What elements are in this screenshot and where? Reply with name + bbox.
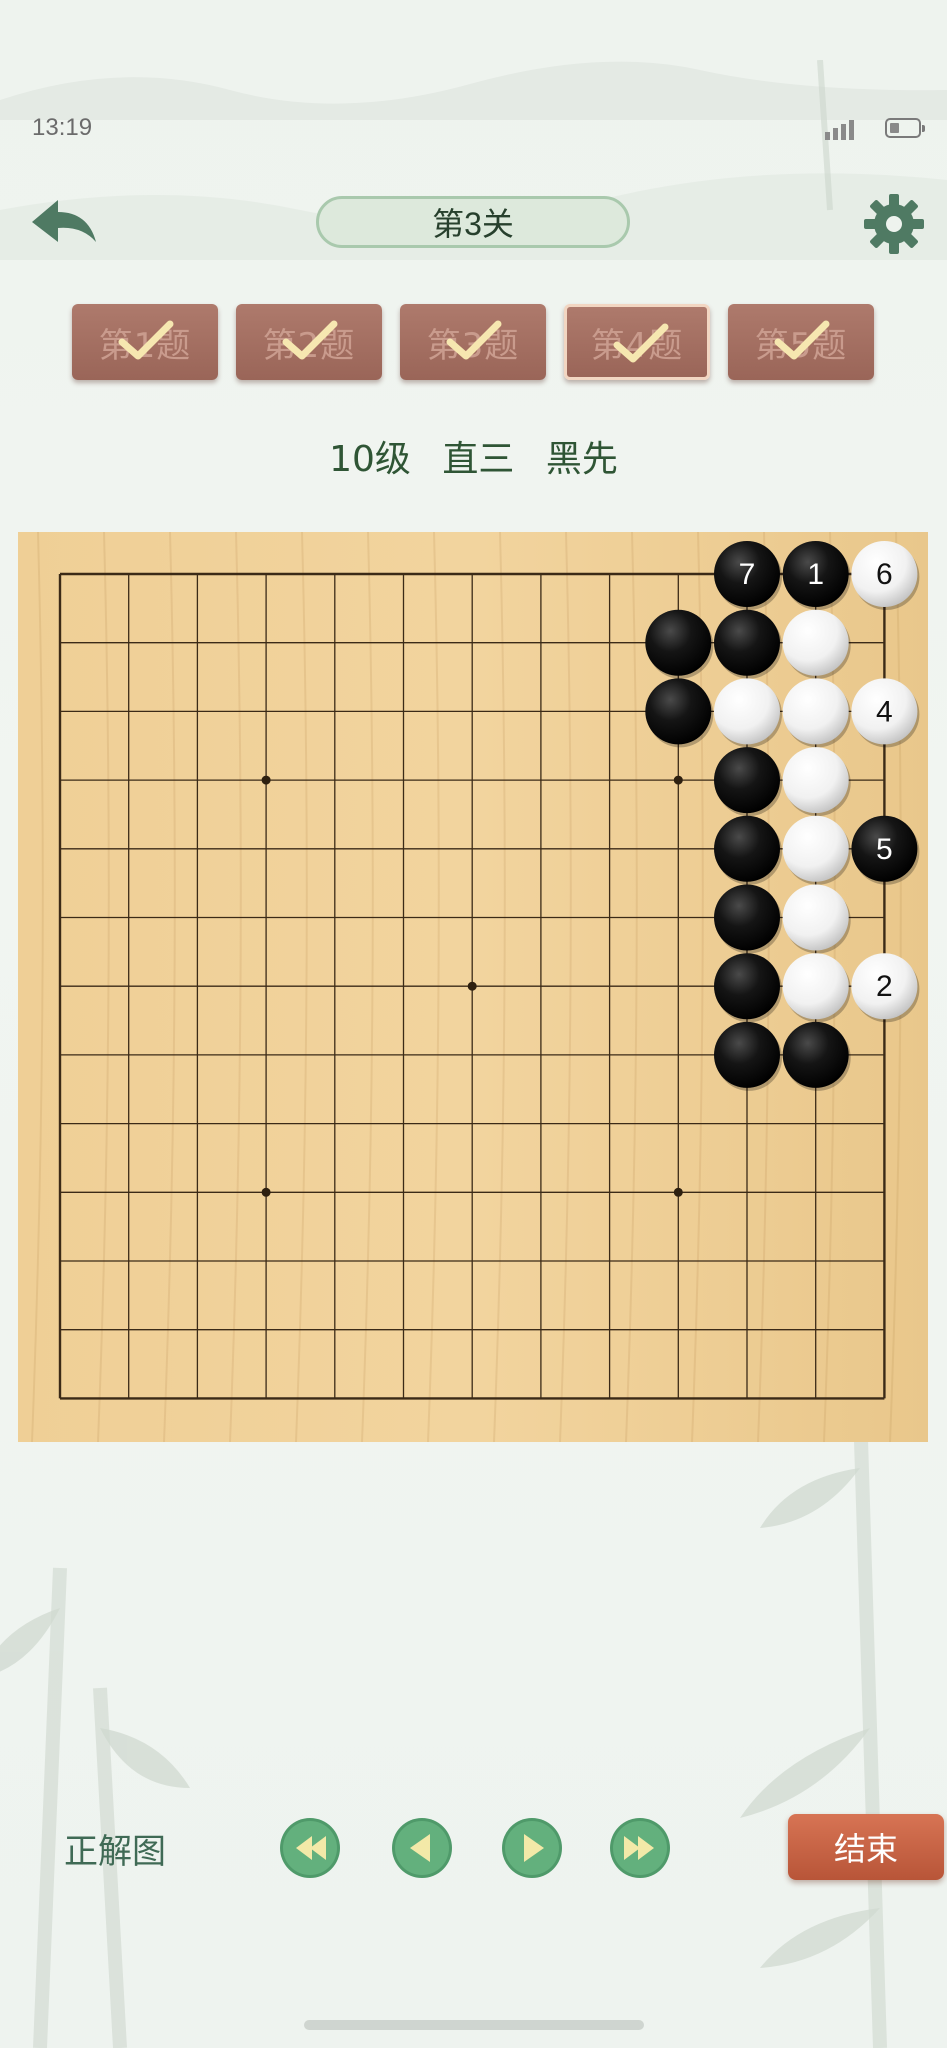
signal-icon [825, 120, 854, 140]
previous-move-icon[interactable] [390, 1816, 454, 1880]
move-number: 7 [739, 558, 756, 591]
first-move-icon[interactable] [278, 1816, 342, 1880]
problem-rank: 10级 [329, 439, 411, 480]
checkmark-icon [446, 320, 502, 360]
go-board-canvas[interactable]: 7 1 6 4 5 2 [18, 532, 928, 1442]
home-indicator[interactable] [304, 2020, 644, 2030]
move-number: 5 [876, 833, 893, 866]
checkmark-icon [613, 323, 669, 363]
move-number: 6 [876, 558, 893, 591]
problem-first-move: 黑先 [545, 439, 618, 480]
end-button[interactable]: 结束 [788, 1814, 944, 1880]
checkmark-icon [774, 320, 830, 360]
status-time: 13:19 [32, 114, 93, 141]
gear-icon[interactable] [862, 192, 926, 256]
star-point [261, 1187, 271, 1197]
tab-problem-2[interactable]: 第2题 [236, 304, 382, 380]
last-move-icon[interactable] [608, 1816, 672, 1880]
back-arrow-icon[interactable] [28, 196, 100, 252]
move-number: 1 [807, 558, 824, 591]
checkmark-icon [118, 320, 174, 360]
tab-problem-1[interactable]: 第1题 [72, 304, 218, 380]
level-title: 第3关 [316, 196, 630, 248]
problem-tabs: 第1题 第2题 第3题 第4题 第5题 [72, 304, 874, 380]
tab-problem-5[interactable]: 第5题 [728, 304, 874, 380]
next-move-icon[interactable] [500, 1816, 564, 1880]
status-bar: 13:19 [0, 104, 947, 154]
move-number: 4 [876, 695, 893, 728]
star-point [467, 981, 477, 991]
go-board[interactable]: 7 1 6 4 5 2 [18, 532, 928, 1442]
problem-info: 10级 直三 黑先 [0, 430, 947, 482]
tab-problem-4[interactable]: 第4题 [564, 304, 710, 380]
star-point [673, 1187, 683, 1197]
problem-name: 直三 [442, 439, 515, 480]
solution-diagram-button[interactable]: 正解图 [64, 1824, 166, 1873]
star-point [673, 775, 683, 785]
battery-icon [885, 118, 925, 138]
move-number: 2 [876, 970, 893, 1003]
footer-controls: 正解图 结束 [0, 1808, 947, 1888]
tab-problem-3[interactable]: 第3题 [400, 304, 546, 380]
checkmark-icon [282, 320, 338, 360]
star-point [261, 775, 271, 785]
